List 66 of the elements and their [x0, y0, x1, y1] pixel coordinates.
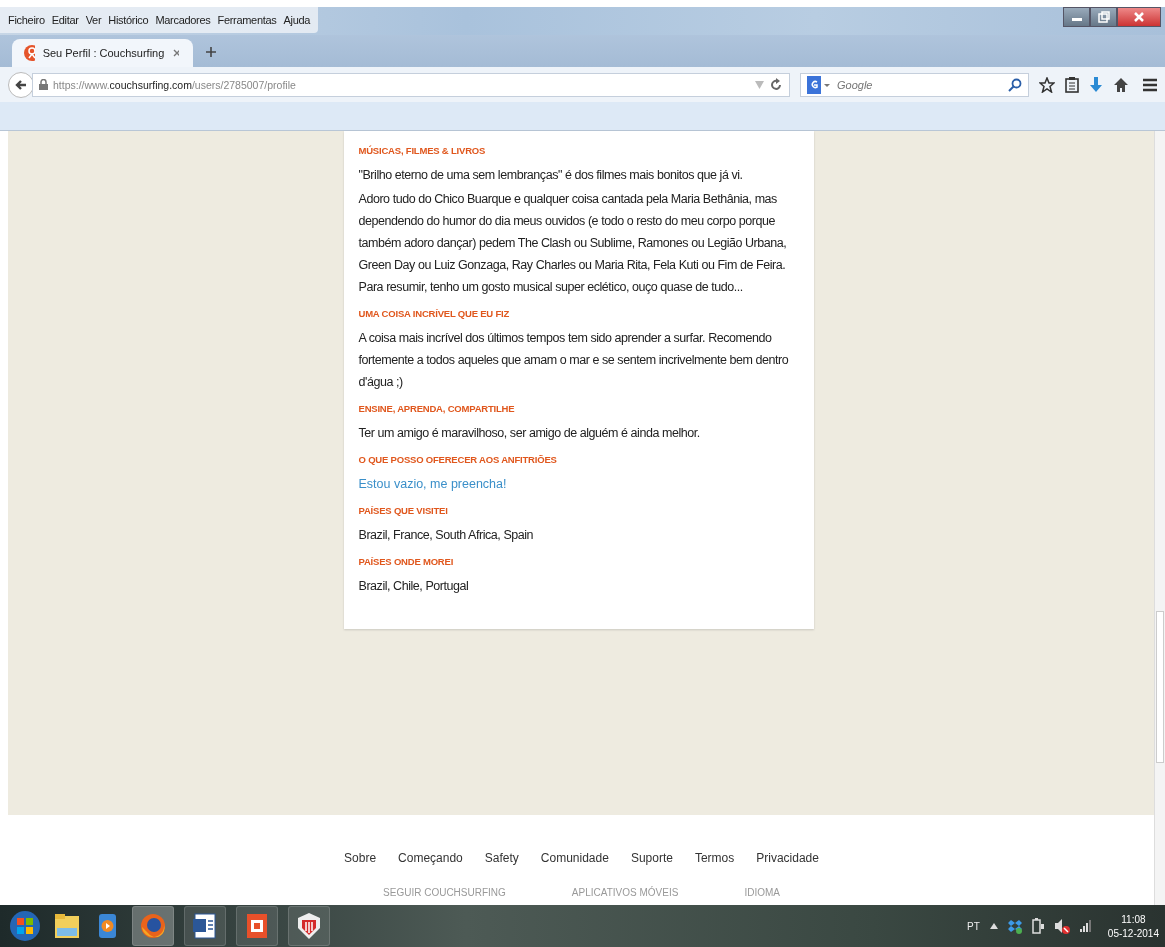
download-icon[interactable] [1089, 76, 1103, 93]
tray-expand-icon[interactable] [989, 923, 998, 929]
menu-item[interactable]: Ficheiro [8, 14, 45, 26]
clock-time: 11:08 [1121, 913, 1146, 925]
clock-date: 05-12-2014 [1107, 927, 1159, 939]
start-button-icon[interactable] [8, 909, 42, 943]
address-bar[interactable]: https://www.couchsurfing.com/users/2785007/profile [32, 72, 790, 97]
restore-icon [1097, 11, 1110, 23]
reload-icon[interactable] [769, 77, 783, 92]
close-icon [1133, 11, 1145, 23]
lock-icon [39, 79, 48, 90]
couchsurfing-logo-icon [24, 45, 35, 61]
search-field[interactable]: Google [800, 72, 1029, 97]
scrollbar[interactable] [1154, 131, 1165, 905]
browser-tab[interactable]: Seu Perfil : Couchsurfing [12, 39, 193, 67]
firefox-icon[interactable] [138, 911, 168, 941]
google-g-icon [807, 75, 831, 94]
footer-heading: SEGUIR COUCHSURFING [383, 887, 506, 898]
signal-icon[interactable] [1079, 920, 1092, 932]
section-heading: ENSINE, APRENDA, COMPARTILHE [358, 403, 516, 414]
section-text: Ter um amigo é maravilhoso, ser amigo de alguém é ainda melhor. [358, 425, 701, 442]
new-tab-icon[interactable] [205, 46, 217, 58]
menu-item[interactable]: Ver [85, 14, 102, 26]
menu-item[interactable]: Ferramentas [217, 14, 277, 26]
menu-item[interactable]: Marcadores [155, 14, 211, 26]
clock[interactable]: 11:08 05-12-2014 [1107, 913, 1159, 939]
clipboard-icon[interactable] [1065, 76, 1079, 93]
footer-link[interactable]: Safety [484, 851, 519, 865]
footer-link[interactable]: Comunidade [540, 851, 609, 865]
close-button[interactable] [1117, 7, 1161, 27]
footer-link[interactable]: Começando [398, 851, 463, 865]
footer-link[interactable]: Termos [694, 851, 735, 865]
section-heading: UMA COISA INCRÍVEL QUE EU FIZ [358, 308, 511, 319]
section-heading: MÚSICAS, FILMES & LIVROS [358, 145, 487, 156]
folder-icon[interactable] [52, 911, 82, 941]
search-icon[interactable] [1008, 77, 1022, 92]
home-icon[interactable] [1113, 76, 1129, 93]
star-icon[interactable] [1039, 76, 1055, 93]
menu-item[interactable]: Editar [51, 14, 79, 26]
menu-item[interactable]: Ajuda [283, 14, 311, 26]
menu-icon[interactable] [1143, 77, 1157, 92]
battery-icon[interactable] [1031, 918, 1044, 934]
footer-link[interactable]: Suporte [630, 851, 673, 865]
section-text: Brazil, France, South Africa, Spain [358, 527, 535, 544]
section-heading: O QUE POSSO OFERECER AOS ANFITRIÕES [358, 454, 558, 465]
footer-link[interactable]: Privacidade [756, 851, 819, 865]
restore-button[interactable] [1090, 7, 1117, 27]
footer-heading: IDIOMA [744, 887, 780, 898]
close-tab-icon[interactable] [172, 48, 179, 58]
minimize-button[interactable] [1063, 7, 1090, 27]
back-arrow-icon [14, 77, 28, 92]
section-text: Brazil, Chile, Portugal [358, 578, 470, 595]
muted-speaker-icon[interactable] [1053, 918, 1070, 934]
section-text: "Brilho eterno de uma sem lembranças" é dos filmes mais bonitos que já vi. [358, 167, 744, 184]
section-text: A coisa mais incrível dos últimos tempos tem sido aprender a surfar. Recomendo fortemente a todos aqueles que amam o mar e se sentem incrivelmente bem dentro d'água ;) [358, 330, 790, 391]
section-heading: PAÍSES ONDE MOREI [358, 556, 455, 567]
back-button[interactable] [8, 71, 34, 98]
dropbox-icon[interactable] [1007, 918, 1022, 934]
section-heading: PAÍSES QUE VISITEI [358, 505, 449, 516]
footer-heading: APLICATIVOS MÓVEIS [571, 887, 679, 898]
section-text: Adoro tudo do Chico Buarque e qualquer coisa cantada pela Maria Bethânia, mas dependendo do humor do dia meus ouvidos (e todo o resto do meu corpo porque também adoro dançar) pedem The Clash ou Sublime, Ramones ou Legião Urbana, Green Day ou Luiz Gonzaga, Ray Charles ou Maria Rita, Fela Kuti ou Fim de Feira. Para resumir, tenho um gosto musical super eclético, ouço quase de tudo... [358, 191, 788, 296]
fill-in-link[interactable]: Estou vazio, me preencha! [358, 473, 507, 495]
footer-link[interactable]: Sobre [344, 851, 377, 865]
language-indicator[interactable]: PT [967, 920, 980, 932]
url-text: https://www.couchsurfing.com/users/2785007/profile [53, 78, 296, 91]
menu-item[interactable]: Histórico [108, 14, 149, 26]
